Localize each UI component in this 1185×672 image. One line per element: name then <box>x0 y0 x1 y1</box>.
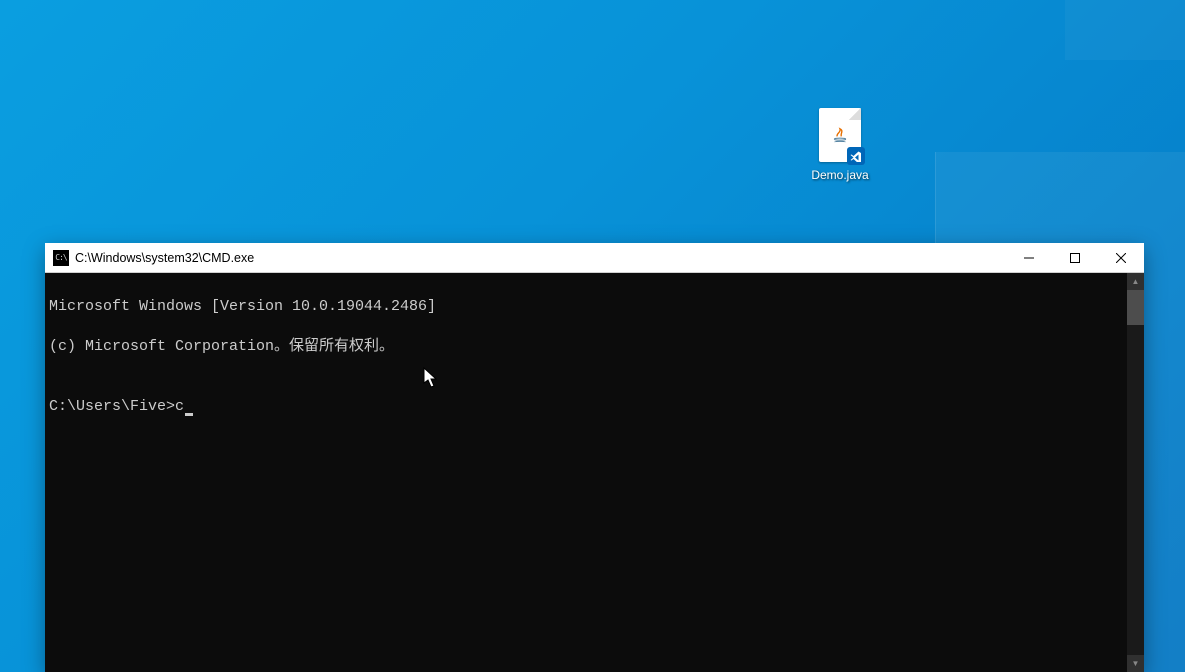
scroll-thumb[interactable] <box>1127 290 1144 325</box>
maximize-button[interactable] <box>1052 243 1098 273</box>
window-title: C:\Windows\system32\CMD.exe <box>75 251 254 265</box>
terminal-output[interactable]: Microsoft Windows [Version 10.0.19044.24… <box>45 273 1127 672</box>
java-file-icon <box>819 108 861 162</box>
scroll-up-arrow-icon[interactable]: ▲ <box>1127 273 1144 290</box>
minimize-button[interactable] <box>1006 243 1052 273</box>
desktop-light-panel-top <box>1065 0 1185 60</box>
typed-input: c <box>175 398 184 415</box>
vertical-scrollbar[interactable]: ▲ ▼ <box>1127 273 1144 672</box>
close-button[interactable] <box>1098 243 1144 273</box>
desktop-icon-label: Demo.java <box>811 168 868 182</box>
prompt-path: C:\Users\Five> <box>49 398 175 415</box>
cmd-window: C:\ C:\Windows\system32\CMD.exe Microsof… <box>45 243 1144 672</box>
cmd-app-icon: C:\ <box>53 250 69 266</box>
text-cursor <box>185 413 193 416</box>
desktop-file-demo-java[interactable]: Demo.java <box>800 108 880 182</box>
vscode-badge-icon <box>847 147 865 165</box>
window-titlebar[interactable]: C:\ C:\Windows\system32\CMD.exe <box>45 243 1144 273</box>
java-logo-icon <box>829 124 851 146</box>
terminal-line: (c) Microsoft Corporation。保留所有权利。 <box>49 337 1123 357</box>
terminal-line: Microsoft Windows [Version 10.0.19044.24… <box>49 297 1123 317</box>
terminal-prompt-line: C:\Users\Five>c <box>49 397 1123 417</box>
scroll-down-arrow-icon[interactable]: ▼ <box>1127 655 1144 672</box>
